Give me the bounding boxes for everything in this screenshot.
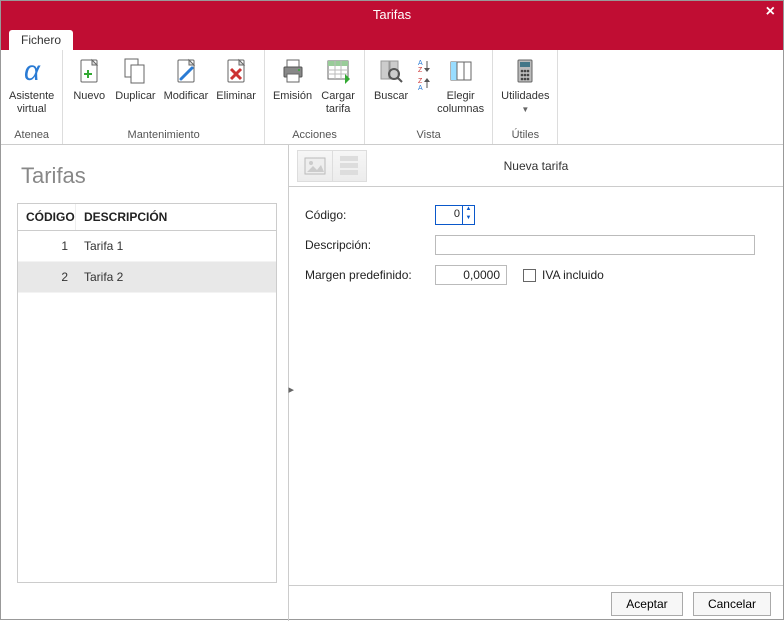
- ribbon-label: Cargar tarifa: [321, 90, 355, 115]
- page-title: Tarifas: [21, 163, 288, 189]
- ribbon-group-label: Útiles: [497, 127, 553, 144]
- cargar-tarifa-button[interactable]: Cargar tarifa: [316, 52, 360, 117]
- close-icon[interactable]: ×: [766, 3, 775, 21]
- calculator-icon: [508, 54, 542, 88]
- ribbon-label: Modificar: [164, 90, 209, 103]
- search-icon: [374, 54, 408, 88]
- ribbon-label: Duplicar: [115, 90, 155, 103]
- ribbon-group-mantenimiento: Nuevo Duplicar Modificar Eliminar: [63, 50, 265, 144]
- duplicar-button[interactable]: Duplicar: [111, 52, 159, 105]
- label-margen: Margen predefinido:: [305, 268, 435, 282]
- form-header: Nueva tarifa: [289, 145, 783, 187]
- elegir-columnas-button[interactable]: Elegir columnas: [433, 52, 488, 117]
- form-title: Nueva tarifa: [289, 159, 783, 173]
- right-pane: Nueva tarifa Código: 0 ▲▼ Descripción: M…: [289, 145, 783, 621]
- spin-up-icon[interactable]: ▲: [463, 206, 474, 215]
- ribbon-group-label: Acciones: [269, 127, 360, 144]
- footer: Aceptar Cancelar: [289, 585, 783, 621]
- content: Tarifas CÓDIGO DESCRIPCIÓN 1Tarifa 12Tar…: [1, 145, 783, 621]
- ribbon-label: Asistente virtual: [9, 90, 54, 115]
- col-header-codigo[interactable]: CÓDIGO: [18, 204, 76, 230]
- iva-checkbox[interactable]: [523, 269, 536, 282]
- margen-input[interactable]: 0,0000: [435, 265, 507, 285]
- ribbon-group-label: Mantenimiento: [67, 127, 260, 144]
- nuevo-button[interactable]: Nuevo: [67, 52, 111, 105]
- ribbon-group-atenea: α Asistente virtual Atenea: [1, 50, 63, 144]
- cell-codigo: 2: [18, 262, 76, 292]
- tabstrip: Fichero: [1, 28, 783, 50]
- cell-descripcion: Tarifa 2: [76, 262, 276, 292]
- cell-codigo: 1: [18, 231, 76, 261]
- cell-descripcion: Tarifa 1: [76, 231, 276, 261]
- alpha-icon: α: [15, 54, 49, 88]
- ribbon-group-label: Vista: [369, 127, 488, 144]
- spin-down-icon[interactable]: ▼: [463, 215, 474, 224]
- ribbon-group-acciones: Emisión Cargar tarifa Acciones: [265, 50, 365, 144]
- sort-az-button[interactable]: AZ ZA: [413, 52, 433, 100]
- form-body: Código: 0 ▲▼ Descripción: Margen predefi…: [289, 187, 783, 313]
- spinner[interactable]: ▲▼: [462, 206, 474, 224]
- svg-text:A: A: [418, 85, 423, 92]
- chevron-down-icon: ▼: [521, 105, 529, 114]
- cancelar-button[interactable]: Cancelar: [693, 592, 771, 616]
- titlebar: Tarifas ×: [1, 1, 783, 28]
- ribbon-label: Utilidades: [501, 90, 549, 103]
- ribbon-group-label: Atenea: [5, 127, 58, 144]
- svg-text:A: A: [418, 60, 423, 67]
- eliminar-button[interactable]: Eliminar: [212, 52, 260, 105]
- grid-header: CÓDIGO DESCRIPCIÓN: [18, 204, 276, 231]
- codigo-input[interactable]: 0 ▲▼: [435, 205, 475, 225]
- table-row[interactable]: 1Tarifa 1: [18, 231, 276, 262]
- label-codigo: Código:: [305, 208, 435, 222]
- col-header-descripcion[interactable]: DESCRIPCIÓN: [76, 204, 276, 230]
- form-row-codigo: Código: 0 ▲▼: [305, 205, 767, 225]
- print-icon: [276, 54, 310, 88]
- columns-icon: [444, 54, 478, 88]
- left-pane: Tarifas CÓDIGO DESCRIPCIÓN 1Tarifa 12Tar…: [1, 145, 289, 621]
- emision-button[interactable]: Emisión: [269, 52, 316, 105]
- modificar-button[interactable]: Modificar: [160, 52, 213, 105]
- asistente-virtual-button[interactable]: α Asistente virtual: [5, 52, 58, 117]
- form-row-descripcion: Descripción:: [305, 235, 767, 255]
- tarifas-grid: CÓDIGO DESCRIPCIÓN 1Tarifa 12Tarifa 2: [17, 203, 277, 583]
- form-row-margen: Margen predefinido: 0,0000 IVA incluido: [305, 265, 767, 285]
- ribbon-label: Eliminar: [216, 90, 256, 103]
- new-doc-icon: [72, 54, 106, 88]
- load-table-icon: [321, 54, 355, 88]
- delete-doc-icon: [219, 54, 253, 88]
- ribbon-label: Buscar: [374, 90, 408, 103]
- descripcion-input[interactable]: [435, 235, 755, 255]
- tab-fichero[interactable]: Fichero: [9, 30, 73, 50]
- edit-doc-icon: [169, 54, 203, 88]
- ribbon-group-vista: Buscar AZ ZA Elegir columnas Vista: [365, 50, 493, 144]
- duplicate-icon: [118, 54, 152, 88]
- svg-text:Z: Z: [418, 78, 423, 85]
- svg-text:Z: Z: [418, 67, 423, 74]
- utilidades-button[interactable]: Utilidades ▼: [497, 52, 553, 116]
- table-row[interactable]: 2Tarifa 2: [18, 262, 276, 293]
- ribbon-label: Emisión: [273, 90, 312, 103]
- window-title: Tarifas: [373, 7, 411, 22]
- svg-text:α: α: [24, 56, 41, 86]
- splitter-handle[interactable]: ▸: [288, 383, 294, 396]
- ribbon: α Asistente virtual Atenea Nuevo Duplica…: [1, 50, 783, 145]
- ribbon-label: Nuevo: [73, 90, 105, 103]
- sort-desc-icon: ZA: [415, 76, 431, 92]
- label-iva: IVA incluido: [542, 268, 604, 282]
- ribbon-label: Elegir columnas: [437, 90, 484, 115]
- ribbon-group-utiles: Utilidades ▼ Útiles: [493, 50, 558, 144]
- buscar-button[interactable]: Buscar: [369, 52, 413, 105]
- sort-asc-icon: AZ: [415, 58, 431, 74]
- aceptar-button[interactable]: Aceptar: [611, 592, 683, 616]
- label-descripcion: Descripción:: [305, 238, 435, 252]
